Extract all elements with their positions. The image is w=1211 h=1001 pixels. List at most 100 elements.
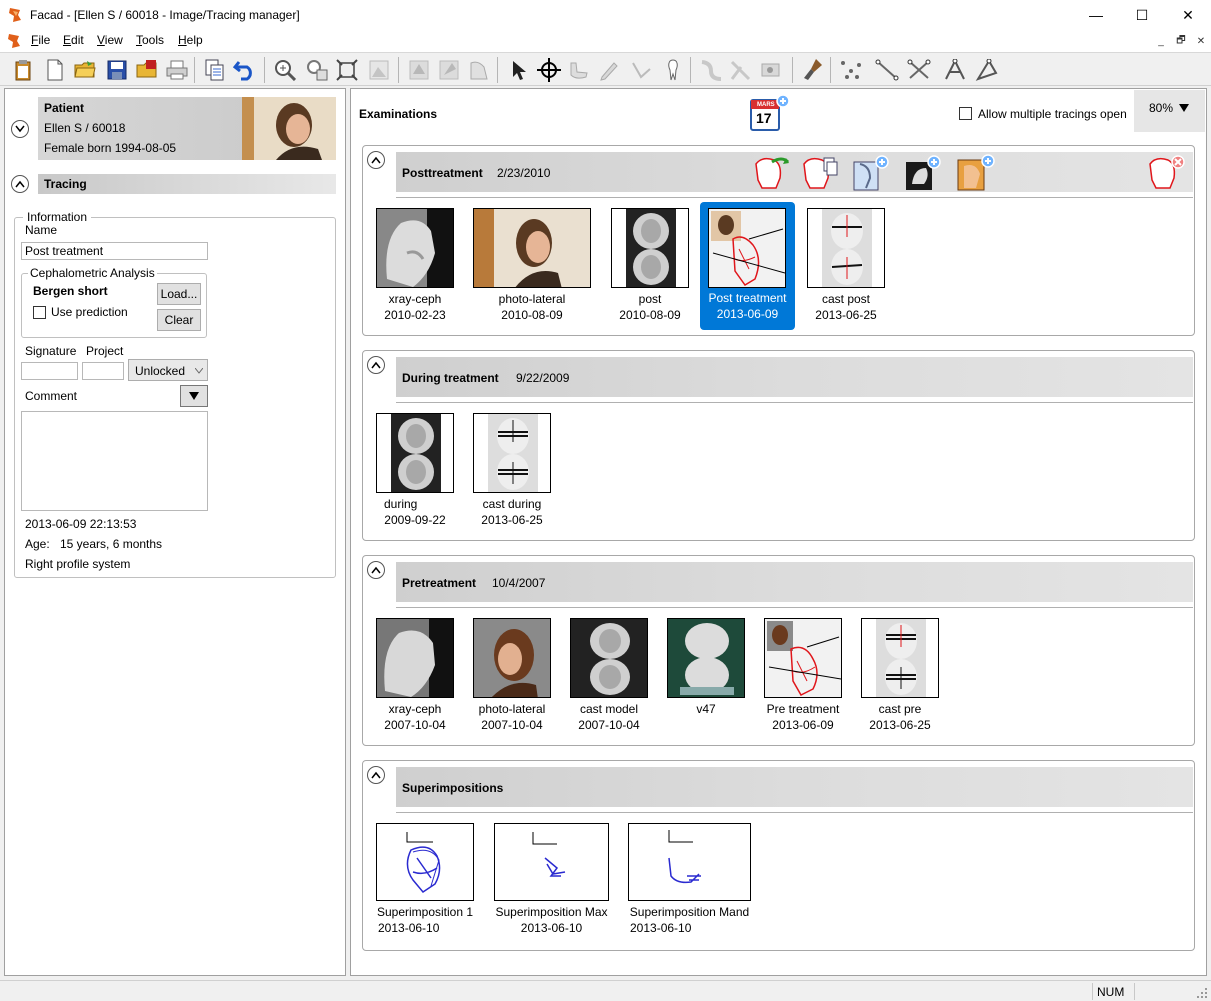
exam-tile[interactable]: cast model 2007-10-04 (570, 618, 649, 733)
image-tool-1-icon[interactable] (406, 57, 432, 83)
use-prediction-checkbox[interactable] (33, 306, 46, 319)
tracing-name-input[interactable]: Post treatment (21, 242, 208, 260)
exam-tile[interactable]: v47 (667, 618, 746, 717)
jaw-tool-icon[interactable] (566, 57, 592, 83)
menu-edit[interactable]: Edit (63, 33, 84, 47)
allow-multiple-tracings-checkbox[interactable] (959, 107, 972, 120)
folder-save-icon[interactable] (134, 57, 160, 83)
exam-tile[interactable]: Superimposition Mand 2013-06-10 (628, 823, 752, 936)
open-folder-icon[interactable] (72, 57, 98, 83)
add-xray-icon[interactable] (902, 154, 942, 192)
exam-tile[interactable]: cast during 2013-06-25 (473, 413, 552, 528)
menu-tools[interactable]: Tools (136, 33, 164, 47)
name-label: Name (25, 223, 58, 237)
age-label: Age: (25, 537, 50, 551)
copy-pages-icon[interactable] (202, 57, 228, 83)
fit-to-window-icon[interactable] (334, 57, 360, 83)
exam-tile-selected[interactable]: Post treatment 2013-06-09 (700, 202, 795, 330)
zoom-select[interactable]: 80% (1134, 90, 1205, 132)
toolbar-separator (398, 57, 399, 83)
signature-input[interactable] (21, 362, 78, 380)
section-header: Posttreatment 2/23/2010 (396, 152, 1193, 198)
maximize-button[interactable]: ☐ (1119, 0, 1165, 30)
section-collapse-button[interactable] (367, 151, 385, 169)
tile-name: cast post (821, 292, 871, 306)
tracing-collapse-button[interactable] (11, 175, 29, 193)
clear-analysis-button[interactable]: Clear (157, 309, 201, 331)
zoom-region-icon[interactable] (304, 57, 330, 83)
exam-tile[interactable]: xray-ceph 2007-10-04 (376, 618, 455, 733)
image-adjust-icon[interactable] (366, 57, 392, 83)
add-photo-icon[interactable] (954, 154, 996, 192)
line-tool-icon[interactable] (874, 57, 900, 83)
section-collapse-button[interactable] (367, 766, 385, 784)
new-document-icon[interactable] (42, 57, 68, 83)
toolbar (0, 52, 1211, 86)
comment-textarea[interactable] (21, 411, 208, 511)
section-date: 10/4/2007 (492, 576, 546, 590)
patient-collapse-button[interactable] (11, 120, 29, 138)
minimize-button[interactable]: — (1073, 0, 1119, 30)
tooth-tool-icon[interactable] (660, 57, 686, 83)
exam-tile[interactable]: cast pre 2013-06-25 (861, 618, 940, 733)
menu-view[interactable]: View (97, 33, 123, 47)
cross-lines-icon[interactable] (906, 57, 932, 83)
pointer-arrow-icon[interactable] (506, 57, 532, 83)
measure-tool-icon[interactable] (758, 57, 784, 83)
copy-tracing-icon[interactable] (798, 154, 838, 192)
image-tool-3-icon[interactable] (466, 57, 492, 83)
resize-grip-icon[interactable] (1196, 987, 1208, 999)
exam-tile[interactable]: photo-lateral 2007-10-04 (473, 618, 552, 733)
exam-tile[interactable]: Pre treatment 2013-06-09 (764, 618, 843, 733)
tile-date: 2007-10-04 (578, 718, 640, 732)
lock-state-select[interactable]: Unlocked (128, 359, 208, 381)
clipboard-icon[interactable] (10, 57, 36, 83)
mdi-minimize-button[interactable]: _ (1150, 32, 1172, 50)
landmark-points-icon[interactable] (838, 57, 864, 83)
print-icon[interactable] (164, 57, 190, 83)
project-label: Project (86, 344, 124, 358)
exam-tile[interactable]: Superimposition 1 2013-06-10 (376, 823, 475, 936)
soft-tissue-tool-icon[interactable] (698, 57, 724, 83)
tile-name: post (638, 292, 662, 306)
image-tool-2-icon[interactable] (436, 57, 462, 83)
exam-tile[interactable]: photo-lateral 2010-08-09 (473, 208, 592, 323)
exam-tile[interactable]: post 2010-08-09 (611, 208, 690, 323)
exam-tile[interactable]: cast post 2013-06-25 (807, 208, 886, 323)
section-collapse-button[interactable] (367, 561, 385, 579)
exam-tile[interactable]: Superimposition Max 2013-06-10 (494, 823, 610, 936)
mdi-restore-button[interactable]: 🗗 (1170, 32, 1192, 50)
section-title: Posttreatment (402, 166, 483, 180)
angle-tool-icon[interactable] (628, 57, 654, 83)
pen-tool-icon[interactable] (596, 57, 622, 83)
add-ceph-xray-icon[interactable] (850, 154, 890, 192)
exam-tile[interactable]: xray-ceph 2010-02-23 (376, 208, 455, 323)
tile-name: Pre treatment (766, 702, 840, 716)
comment-dropdown-button[interactable] (180, 385, 208, 407)
section-collapse-button[interactable] (367, 356, 385, 374)
profile-tool-icon[interactable] (728, 57, 754, 83)
xray-thumbnail (376, 618, 455, 699)
angle-measure-icon[interactable] (974, 57, 1000, 83)
undo-icon[interactable] (232, 57, 258, 83)
new-examination-calendar-icon[interactable]: MARS 17 (749, 94, 791, 134)
menu-file[interactable]: File (31, 33, 50, 47)
retrace-head-icon[interactable] (748, 154, 792, 192)
tile-date: 2013-06-09 (772, 718, 834, 732)
zoom-icon[interactable] (272, 57, 298, 83)
crosshair-icon[interactable] (536, 57, 562, 83)
facad-app-icon (9, 8, 21, 22)
triangle-tool-icon[interactable] (942, 57, 968, 83)
tile-date: 2013-06-10 (520, 921, 583, 935)
load-analysis-button[interactable]: Load... (157, 283, 201, 305)
toolbar-separator (830, 57, 831, 83)
calendar-day: 17 (756, 110, 772, 126)
mdi-close-button[interactable]: ✕ (1190, 32, 1211, 50)
delete-tracing-icon[interactable] (1144, 154, 1188, 192)
save-icon[interactable] (104, 57, 130, 83)
project-input[interactable] (82, 362, 124, 380)
close-button[interactable]: ✕ (1165, 0, 1211, 30)
exam-tile[interactable]: during 2009-09-22 (376, 413, 455, 528)
menu-help[interactable]: Help (178, 33, 203, 47)
brush-icon[interactable] (800, 57, 826, 83)
